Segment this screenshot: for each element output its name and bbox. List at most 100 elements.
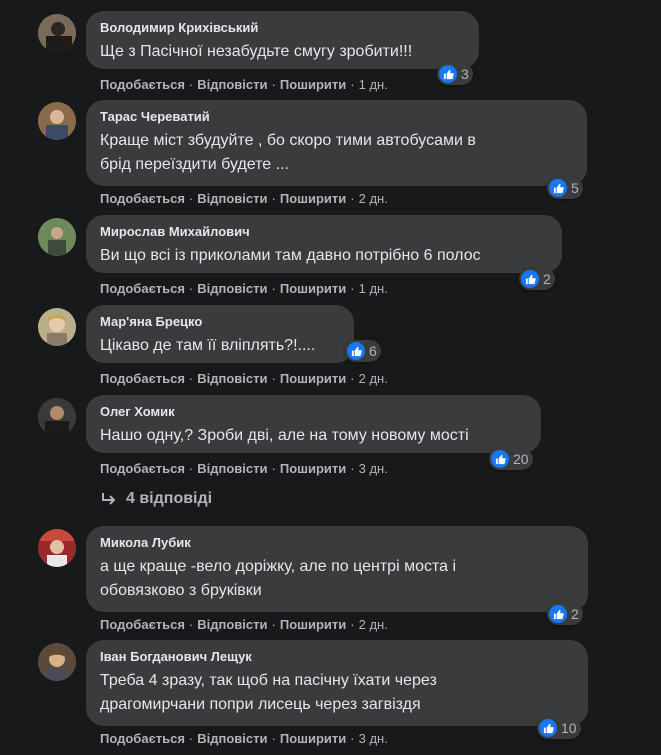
separator: ·: [350, 461, 355, 476]
reply-button[interactable]: Відповісти: [197, 461, 267, 476]
comment-text: Нашо одну,? Зроби дві, але на тому новом…: [100, 427, 469, 444]
separator: ·: [271, 617, 276, 632]
reply-button[interactable]: Відповісти: [197, 371, 267, 386]
avatar[interactable]: [38, 102, 76, 140]
separator: ·: [188, 461, 194, 476]
like-button[interactable]: Подобається: [100, 461, 185, 476]
timestamp[interactable]: 2 дн.: [359, 191, 388, 206]
comment-bubble: Микола Лубик а ще краще -вело доріжку, а…: [86, 526, 588, 612]
comment-bubble: Тарас Череватий Краще міст збудуйте , бо…: [86, 100, 587, 186]
timestamp[interactable]: 1 дн.: [359, 77, 388, 92]
reaction-number: 6: [369, 343, 377, 359]
like-button[interactable]: Подобається: [100, 191, 185, 206]
timestamp[interactable]: 3 дн.: [359, 461, 388, 476]
comment-author[interactable]: Мар'яна Брецко: [100, 314, 340, 330]
reply-button[interactable]: Відповісти: [197, 281, 267, 296]
reaction-number: 3: [461, 66, 469, 82]
comment-actions: Подобається · Відповісти · Поширити · 1 дн.: [100, 77, 388, 93]
comment-actions: Подобається · Відповісти · Поширити · 2 дн.: [100, 371, 388, 387]
comment-bubble: Іван Богданович Лещук Треба 4 зразу, так…: [86, 640, 588, 726]
reaction-number: 2: [571, 606, 579, 622]
timestamp[interactable]: 2 дн.: [359, 617, 388, 632]
reaction-number: 20: [513, 451, 529, 467]
reaction-number: 10: [561, 720, 577, 736]
reply-button[interactable]: Відповісти: [197, 731, 267, 746]
like-reaction-icon: [539, 719, 557, 737]
separator: ·: [188, 281, 194, 296]
comment-text: Краще міст збудуйте , бо скоро тими авто…: [100, 132, 476, 149]
like-button[interactable]: Подобається: [100, 617, 185, 632]
reply-button[interactable]: Відповісти: [197, 191, 267, 206]
comment-bubble: Мар'яна Брецко Цікаво де там її вліплять…: [86, 305, 354, 363]
like-reaction-icon: [549, 179, 567, 197]
comment-text: брід переїздити будете ...: [100, 156, 289, 173]
reaction-count[interactable]: 20: [489, 448, 533, 470]
reply-button[interactable]: Відповісти: [197, 77, 267, 92]
separator: ·: [271, 731, 276, 746]
comment-text: драгомирчани попри лисець через загвіздя: [100, 696, 421, 713]
replies-label[interactable]: 4 відповіді: [126, 490, 212, 508]
separator: ·: [271, 371, 276, 386]
comment-author[interactable]: Тарас Череватий: [100, 109, 573, 125]
like-reaction-icon: [549, 605, 567, 623]
comment-actions: Подобається · Відповісти · Поширити · 1 дн.: [100, 281, 388, 297]
reaction-count[interactable]: 10: [537, 717, 581, 739]
avatar[interactable]: [38, 308, 76, 346]
reply-button[interactable]: Відповісти: [197, 617, 267, 632]
share-button[interactable]: Поширити: [280, 281, 346, 296]
view-replies-link[interactable]: 4 відповіді: [100, 490, 212, 508]
comment-bubble: Володимир Крихівський Ще з Пасічної неза…: [86, 11, 479, 69]
comment-actions: Подобається · Відповісти · Поширити · 3 дн.: [100, 731, 388, 747]
share-button[interactable]: Поширити: [280, 617, 346, 632]
reaction-count[interactable]: 6: [345, 340, 381, 362]
like-reaction-icon: [347, 342, 365, 360]
avatar[interactable]: [38, 14, 76, 52]
separator: ·: [271, 461, 276, 476]
reaction-count[interactable]: 5: [547, 177, 583, 199]
comment-author[interactable]: Микола Лубик: [100, 535, 574, 551]
separator: ·: [350, 617, 355, 632]
comment-author[interactable]: Олег Хомик: [100, 404, 527, 420]
comment-actions: Подобається · Відповісти · Поширити · 2 дн.: [100, 617, 388, 633]
comment-bubble: Мирослав Михайлович Ви що всі із прикола…: [86, 215, 562, 273]
reaction-count[interactable]: 2: [519, 268, 555, 290]
reaction-count[interactable]: 3: [437, 63, 473, 85]
reaction-count[interactable]: 2: [547, 603, 583, 625]
like-button[interactable]: Подобається: [100, 731, 185, 746]
avatar[interactable]: [38, 218, 76, 256]
separator: ·: [188, 617, 194, 632]
avatar[interactable]: [38, 643, 76, 681]
share-button[interactable]: Поширити: [280, 461, 346, 476]
comment-text: Цікаво де там її вліплять?!....: [100, 337, 316, 354]
separator: ·: [350, 77, 355, 92]
share-button[interactable]: Поширити: [280, 191, 346, 206]
separator: ·: [188, 77, 194, 92]
separator: ·: [188, 371, 194, 386]
avatar[interactable]: [38, 529, 76, 567]
comment-author[interactable]: Мирослав Михайлович: [100, 224, 548, 240]
like-button[interactable]: Подобається: [100, 371, 185, 386]
separator: ·: [350, 731, 355, 746]
separator: ·: [350, 371, 355, 386]
comment-text: Ще з Пасічної незабудьте смугу зробити!!…: [100, 43, 413, 60]
reply-arrow-icon: [102, 493, 116, 505]
like-button[interactable]: Подобається: [100, 281, 185, 296]
like-reaction-icon: [439, 65, 457, 83]
like-button[interactable]: Подобається: [100, 77, 185, 92]
comment-text: Треба 4 зразу, так щоб на пасічну їхати …: [100, 672, 437, 689]
timestamp[interactable]: 2 дн.: [359, 371, 388, 386]
comment-author[interactable]: Володимир Крихівський: [100, 20, 465, 36]
timestamp[interactable]: 3 дн.: [359, 731, 388, 746]
separator: ·: [350, 191, 355, 206]
comment-text: обовязково з бруківки: [100, 582, 262, 599]
comment-actions: Подобається · Відповісти · Поширити · 2 дн.: [100, 191, 388, 207]
share-button[interactable]: Поширити: [280, 371, 346, 386]
comment-bubble: Олег Хомик Нашо одну,? Зроби дві, але на…: [86, 395, 541, 453]
separator: ·: [271, 77, 276, 92]
comment-author[interactable]: Іван Богданович Лещук: [100, 649, 574, 665]
share-button[interactable]: Поширити: [280, 77, 346, 92]
separator: ·: [271, 281, 276, 296]
timestamp[interactable]: 1 дн.: [359, 281, 388, 296]
avatar[interactable]: [38, 398, 76, 436]
share-button[interactable]: Поширити: [280, 731, 346, 746]
